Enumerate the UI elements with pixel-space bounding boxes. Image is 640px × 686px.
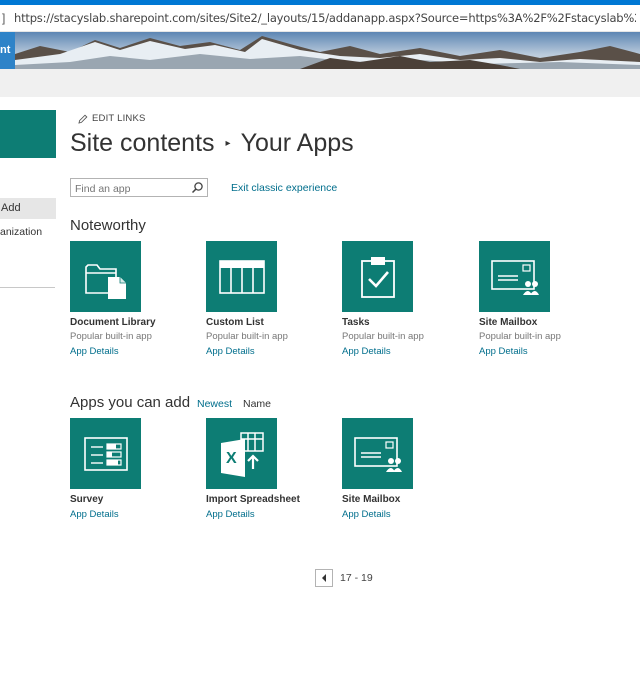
mountain-banner-image: [0, 32, 640, 69]
edit-links-label: EDIT LINKS: [92, 113, 146, 124]
app-name[interactable]: Custom List: [206, 317, 336, 328]
left-navigation: Add anization: [0, 198, 56, 238]
custom-list-icon: [218, 259, 265, 294]
edit-links-button[interactable]: EDIT LINKS: [78, 113, 146, 124]
search-icon[interactable]: [191, 181, 204, 194]
find-app-search[interactable]: [70, 178, 208, 198]
nav-item-add[interactable]: Add: [0, 198, 56, 219]
pagination: 17 - 19: [315, 569, 373, 587]
app-description: Popular built-in app: [70, 331, 152, 342]
url-icon: ]: [2, 11, 6, 25]
app-name[interactable]: Site Mailbox: [342, 494, 472, 505]
breadcrumb-site-contents[interactable]: Site contents: [70, 129, 215, 158]
app-card: Survey App Details: [70, 418, 200, 520]
app-tile-document-library[interactable]: [70, 241, 141, 312]
pencil-icon: [78, 114, 88, 124]
app-card: Document Library Popular built-in app Ap…: [70, 241, 200, 357]
app-card: X Import Spreadsheet App Details: [206, 418, 336, 520]
app-card: Site Mailbox Popular built-in app App De…: [479, 241, 609, 357]
app-description: Popular built-in app: [479, 331, 561, 342]
app-details-link[interactable]: App Details: [206, 509, 336, 520]
app-tile-site-mailbox[interactable]: [479, 241, 550, 312]
app-tile-survey[interactable]: [70, 418, 141, 489]
nav-divider: [0, 287, 55, 288]
site-logo-panel[interactable]: [0, 110, 56, 158]
site-banner: nt: [0, 32, 640, 69]
sort-newest-link[interactable]: Newest: [197, 398, 232, 410]
app-name[interactable]: Tasks: [342, 317, 472, 328]
app-details-link[interactable]: App Details: [70, 509, 200, 520]
app-name[interactable]: Site Mailbox: [479, 317, 609, 328]
document-library-icon: [84, 263, 126, 299]
app-details-link[interactable]: App Details: [206, 346, 336, 357]
app-name[interactable]: Document Library: [70, 317, 200, 328]
noteworthy-heading: Noteworthy: [70, 217, 146, 234]
app-card: Custom List Popular built-in app App Det…: [206, 241, 336, 357]
url-text[interactable]: https://stacyslab.sharepoint.com/sites/S…: [14, 11, 636, 25]
app-name[interactable]: Survey: [70, 494, 200, 505]
sort-name-link[interactable]: Name: [243, 398, 271, 410]
app-description: Popular built-in app: [342, 331, 424, 342]
address-bar[interactable]: ] https://stacyslab.sharepoint.com/sites…: [0, 5, 640, 32]
page-range: 17 - 19: [340, 572, 373, 584]
search-input[interactable]: [71, 180, 181, 198]
app-details-link[interactable]: App Details: [479, 346, 609, 357]
site-tile-label: nt: [0, 44, 11, 56]
site-mailbox-icon: [353, 436, 402, 472]
app-tile-site-mailbox[interactable]: [342, 418, 413, 489]
chevron-left-icon: [322, 574, 326, 582]
app-details-link[interactable]: App Details: [70, 346, 200, 357]
breadcrumb-your-apps: Your Apps: [240, 129, 354, 157]
app-tile-import-spreadsheet[interactable]: X: [206, 418, 277, 489]
nav-item-organization[interactable]: anization: [0, 219, 56, 238]
app-details-link[interactable]: App Details: [342, 509, 472, 520]
tasks-icon: [360, 256, 395, 298]
previous-page-button[interactable]: [315, 569, 333, 587]
survey-icon: [83, 436, 128, 471]
page-title: Site contents ▸ Your Apps: [70, 129, 354, 158]
breadcrumb-separator-icon: ▸: [225, 138, 231, 149]
svg-text:X: X: [226, 450, 237, 467]
app-card: Tasks Popular built-in app App Details: [342, 241, 472, 357]
app-card: Site Mailbox App Details: [342, 418, 472, 520]
ribbon-area: [0, 69, 640, 97]
app-tile-tasks[interactable]: [342, 241, 413, 312]
site-mailbox-icon: [490, 259, 539, 295]
app-details-link[interactable]: App Details: [342, 346, 472, 357]
app-description: Popular built-in app: [206, 331, 288, 342]
site-logo-tile[interactable]: nt: [0, 32, 15, 69]
app-name[interactable]: Import Spreadsheet: [206, 494, 336, 505]
import-spreadsheet-icon: X: [220, 431, 264, 477]
app-tile-custom-list[interactable]: [206, 241, 277, 312]
exit-classic-link[interactable]: Exit classic experience: [231, 182, 337, 194]
apps-you-can-add-heading: Apps you can add: [70, 394, 191, 411]
